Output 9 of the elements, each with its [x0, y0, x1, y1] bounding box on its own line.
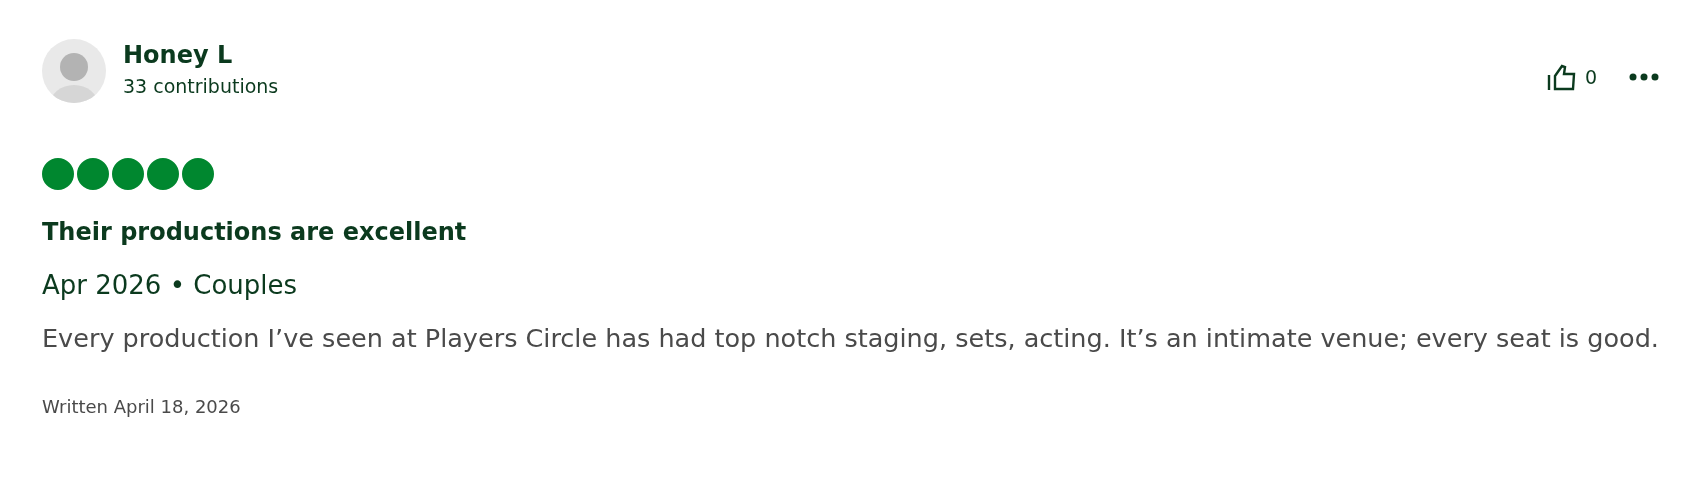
written-date: Written April 18, 2026 [42, 396, 242, 417]
review-title: Their productions are excellent [42, 218, 468, 246]
contributions-count: 33 contributions [123, 75, 279, 97]
review-meta: Apr 2026 • Couples [42, 270, 299, 300]
avatar-icon [42, 39, 106, 103]
helpful-button[interactable]: 0 [1544, 61, 1599, 93]
more-options-button[interactable] [1627, 71, 1661, 83]
reviewer-name[interactable]: Honey L [123, 41, 279, 69]
review-body: Every production I’ve seen at Players Circle has had top notch staging, sets, acting. It’s an intimate venue; every seat is good. [42, 322, 1660, 355]
